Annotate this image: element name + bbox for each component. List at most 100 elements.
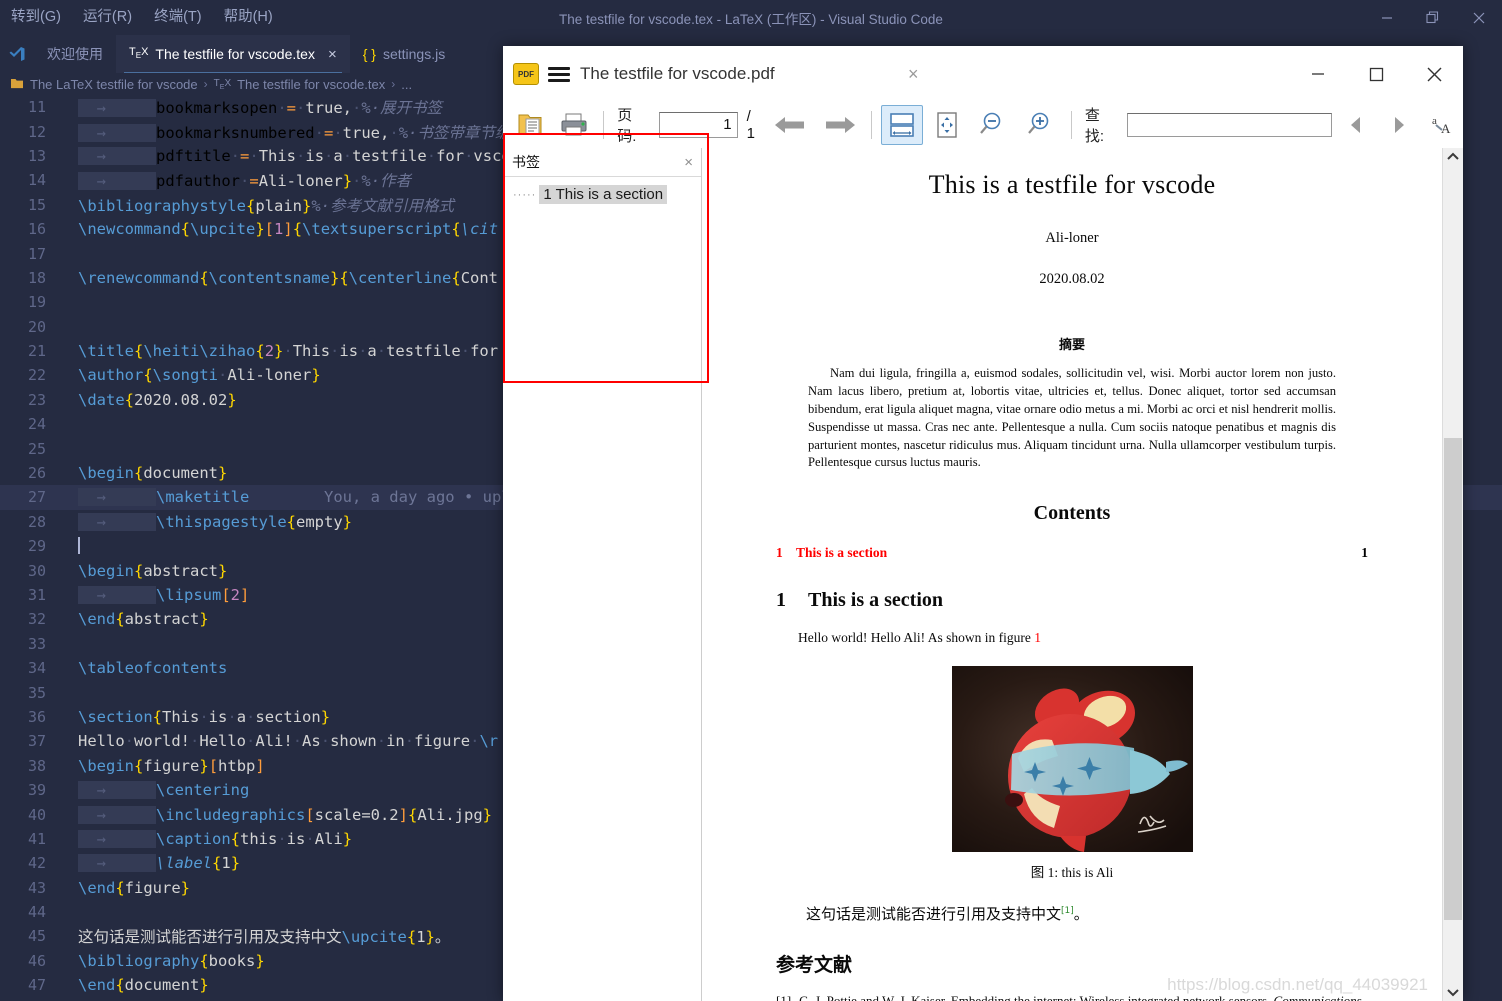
chevron-right-icon: › <box>391 77 395 91</box>
json-braces-icon: { } <box>363 47 376 61</box>
contents-heading: Contents <box>776 502 1368 525</box>
menu-run[interactable]: 运行(R) <box>72 0 143 35</box>
section-paragraph-text: Hello world! Hello Ali! As shown in figu… <box>798 630 1031 645</box>
pdf-window-controls <box>1289 46 1463 102</box>
maximize-icon <box>1369 67 1384 82</box>
fit-page-button[interactable] <box>927 106 967 144</box>
find-input[interactable] <box>1127 113 1332 137</box>
arrow-left-icon <box>773 112 807 138</box>
line-number: 11 <box>0 98 58 116</box>
page-total: / 1 <box>747 108 764 142</box>
find-next-button[interactable] <box>1380 106 1420 144</box>
toc-entry[interactable]: 1 This is a section 1 <box>776 545 1368 561</box>
tab-close-icon[interactable]: × <box>328 46 337 63</box>
line-number: 46 <box>0 952 58 970</box>
minimize-button[interactable] <box>1364 0 1410 35</box>
line-number: 32 <box>0 610 58 628</box>
zoom-out-button[interactable] <box>971 106 1015 144</box>
page-label: 页码: <box>617 104 651 146</box>
svg-text:A: A <box>1441 121 1451 136</box>
pdf-toolbar: 页码: 1 / 1 <box>503 102 1463 149</box>
line-number: 31 <box>0 586 58 604</box>
abstract-heading: 摘要 <box>776 334 1368 353</box>
close-button[interactable] <box>1456 0 1502 35</box>
menu-help[interactable]: 帮助(H) <box>213 0 284 35</box>
line-number: 28 <box>0 513 58 531</box>
bookmark-item-label: 1 This is a section <box>539 185 667 204</box>
pdf-viewer-window: PDF The testfile for vscode.pdf × <box>503 46 1463 1001</box>
zoom-in-button[interactable] <box>1018 106 1062 144</box>
toolbar-separator <box>871 111 872 139</box>
tex-icon: TEX <box>129 47 148 60</box>
menu-bar: 转到(G) 运行(R) 终端(T) 帮助(H) <box>0 0 284 35</box>
line-number: 41 <box>0 830 58 848</box>
line-number: 44 <box>0 903 58 921</box>
tab-label: settings.js <box>383 46 445 62</box>
line-number: 45 <box>0 927 58 945</box>
line-number: 42 <box>0 854 58 872</box>
bookmark-item[interactable]: ····· 1 This is a section <box>513 185 701 204</box>
tab-settings-js[interactable]: { } settings.js <box>350 35 459 73</box>
breadcrumb-item-more[interactable]: ... <box>401 77 412 92</box>
restore-button[interactable] <box>1410 0 1456 35</box>
pdf-document-name: The testfile for vscode.pdf <box>580 64 775 84</box>
fit-page-icon <box>934 111 960 139</box>
pdf-titlebar: PDF The testfile for vscode.pdf × <box>503 46 1463 102</box>
toc-title: This is a section <box>796 545 887 561</box>
figure-reference-link[interactable]: 1 <box>1034 630 1041 645</box>
line-number: 19 <box>0 293 58 311</box>
scroll-thumb[interactable] <box>1444 438 1462 920</box>
printer-icon <box>560 112 588 138</box>
document-close-icon[interactable]: × <box>908 64 919 85</box>
tex-icon: TEX <box>214 78 231 91</box>
close-icon <box>1426 66 1443 83</box>
zoom-in-icon <box>1025 110 1055 140</box>
window-controls <box>1364 0 1502 35</box>
pdf-maximize-button[interactable] <box>1347 46 1405 102</box>
chevron-up-icon <box>1447 152 1459 162</box>
previous-page-button[interactable] <box>767 106 813 144</box>
open-file-button[interactable] <box>511 106 551 144</box>
scroll-up-button[interactable] <box>1443 148 1463 166</box>
bookmarks-title: 书签 <box>512 152 540 172</box>
references-heading: 参考文献 <box>776 950 1368 977</box>
tab-welcome[interactable]: 欢迎使用 <box>34 35 116 73</box>
arrow-right-icon <box>823 112 857 138</box>
pdf-close-button[interactable] <box>1405 46 1463 102</box>
breadcrumb-item-project[interactable]: The LaTeX testfile for vscode <box>30 77 198 92</box>
translate-button[interactable]: a A <box>1423 106 1463 144</box>
print-button[interactable] <box>555 106 595 144</box>
pdf-scrollbar[interactable] <box>1442 148 1463 1001</box>
pdf-minimize-button[interactable] <box>1289 46 1347 102</box>
line-number: 34 <box>0 659 58 677</box>
next-page-button[interactable] <box>817 106 863 144</box>
toc-number: 1 <box>776 545 796 561</box>
doc-title: This is a testfile for vscode <box>776 170 1368 200</box>
watermark-text: https://blog.csdn.net/qq_44039921 <box>1167 975 1428 995</box>
bookmarks-close-icon[interactable]: × <box>684 154 693 171</box>
pdf-page-view[interactable]: This is a testfile for vscode Ali-loner … <box>702 148 1442 1001</box>
pdf-body: 书签 × ····· 1 This is a section This is a… <box>503 148 1463 1001</box>
vscode-logo-icon <box>0 35 34 73</box>
line-number: 15 <box>0 196 58 214</box>
page-number-input[interactable]: 1 <box>659 112 737 138</box>
find-previous-button[interactable] <box>1336 106 1376 144</box>
tab-testfile-tex[interactable]: TEX The testfile for vscode.tex × <box>116 35 350 73</box>
line-number: 24 <box>0 415 58 433</box>
chinese-paragraph-tail: 。 <box>1074 905 1089 923</box>
hamburger-menu-icon[interactable] <box>548 67 570 82</box>
menu-goto[interactable]: 转到(G) <box>0 0 72 35</box>
line-number: 47 <box>0 976 58 994</box>
toolbar-separator <box>603 111 604 139</box>
citation-link[interactable]: [1] <box>1061 906 1074 916</box>
line-number: 18 <box>0 269 58 287</box>
section-title: This is a section <box>808 589 943 612</box>
pdf-document-content: This is a testfile for vscode Ali-loner … <box>702 148 1442 1001</box>
menu-terminal[interactable]: 终端(T) <box>143 0 213 35</box>
scroll-down-button[interactable] <box>1443 983 1463 1001</box>
fit-width-button[interactable] <box>881 105 923 145</box>
section-heading: 1 This is a section <box>776 589 1368 612</box>
triangle-right-icon <box>1388 114 1410 136</box>
breadcrumb-item-file[interactable]: The testfile for vscode.tex <box>237 77 385 92</box>
doc-date: 2020.08.02 <box>776 271 1368 288</box>
